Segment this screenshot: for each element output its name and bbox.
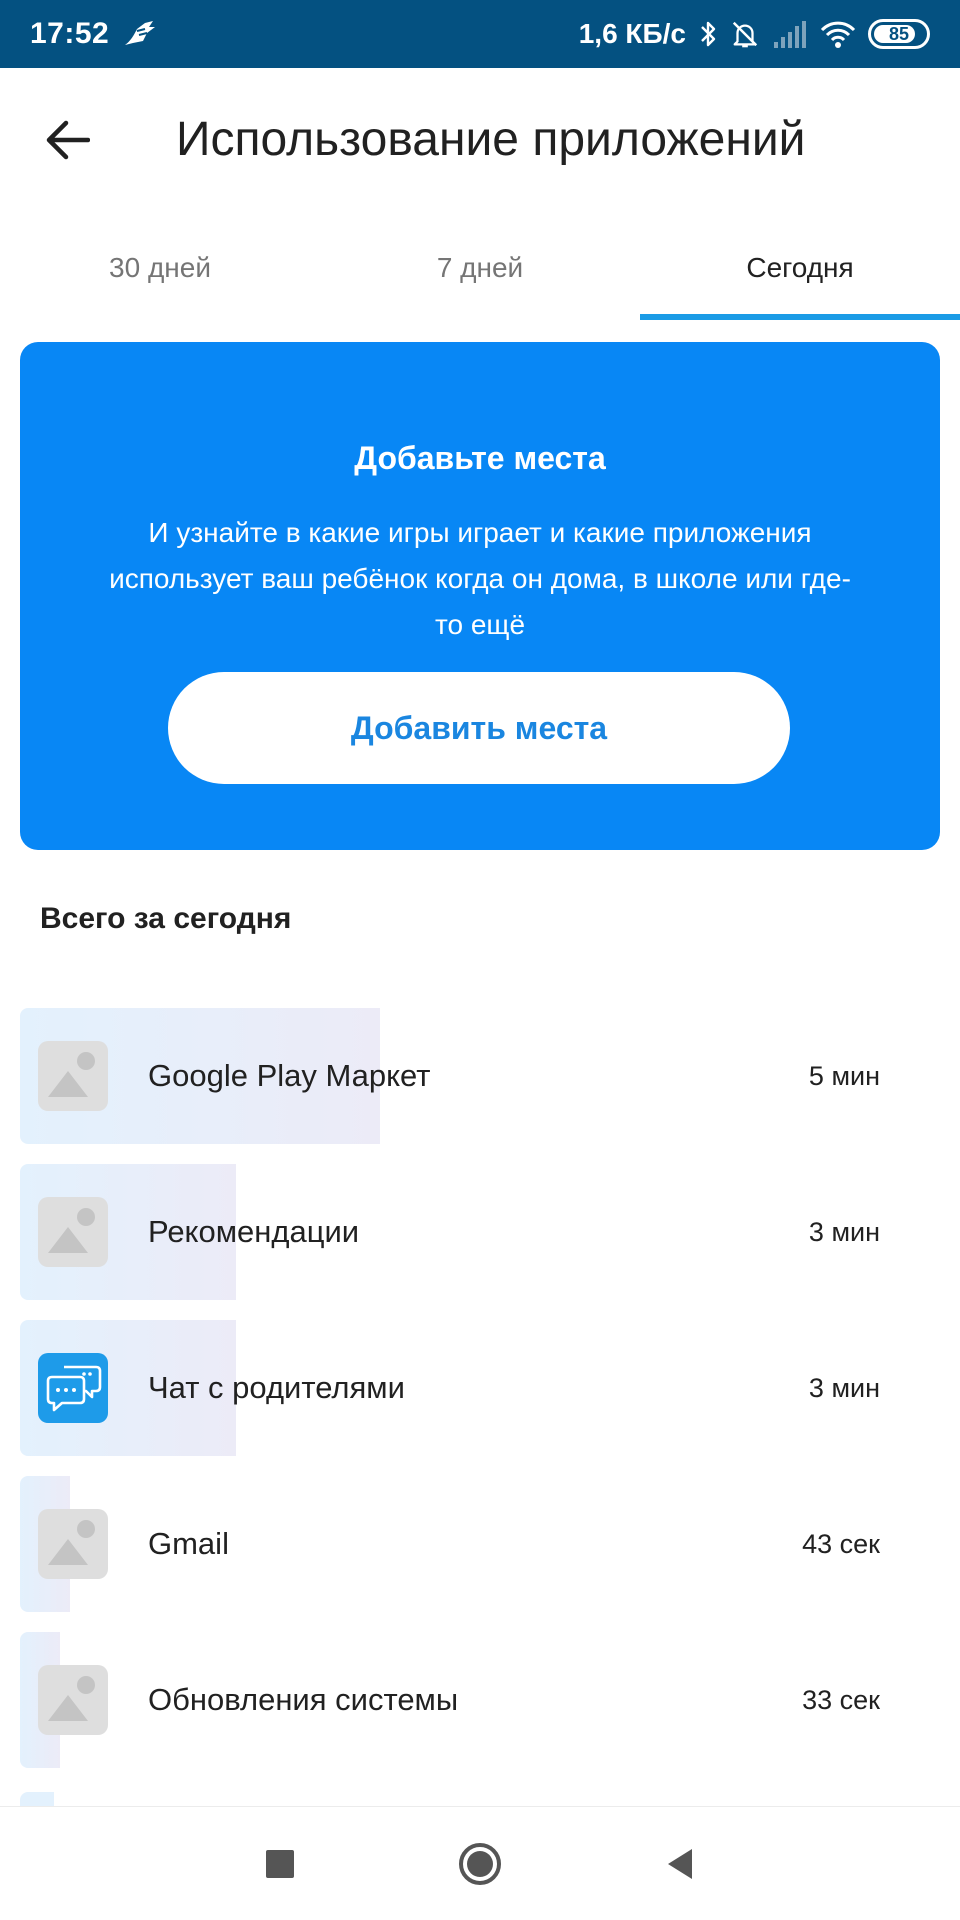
app-bar: Использование приложений [0, 68, 960, 208]
app-time: 5 мин [808, 1060, 880, 1091]
section-title: Всего за сегодня [40, 902, 292, 935]
page-title: Использование приложений [176, 113, 806, 166]
battery-icon: 85 [868, 19, 930, 49]
app-row-gmail[interactable]: Gmail 43 сек [20, 1476, 940, 1612]
status-right-group: 1,6 КБ/с 85 [579, 18, 930, 50]
banner-text: И узнайте в какие игры играет и какие пр… [109, 517, 851, 640]
app-name: Обновления системы [148, 1682, 459, 1717]
placeholder-image-icon [38, 1665, 108, 1735]
tab-30-days[interactable]: 30 дней [0, 222, 320, 314]
placeholder-image-icon [38, 1197, 108, 1267]
app-row-google-play[interactable]: Google Play Маркет 5 мин [20, 1008, 940, 1144]
home-circle-icon [459, 1842, 501, 1885]
partial-list-item [20, 1792, 54, 1806]
signal-icon [774, 21, 806, 48]
app-time: 43 сек [802, 1528, 880, 1559]
home-button[interactable] [440, 1824, 520, 1904]
app-row-recommendations[interactable]: Рекомендации 3 мин [20, 1164, 940, 1300]
nav-back-button[interactable] [640, 1824, 720, 1904]
app-name: Gmail [148, 1526, 229, 1561]
recents-square-icon [266, 1849, 294, 1878]
app-name: Google Play Маркет [148, 1058, 431, 1093]
chat-bubbles-icon [38, 1353, 108, 1423]
network-speed: 1,6 КБ/с [578, 18, 686, 49]
period-tabs: 30 дней 7 дней Сегодня [0, 222, 960, 322]
add-places-banner: Добавьте места И узнайте в какие игры иг… [20, 342, 940, 850]
tab-today[interactable]: Сегодня [640, 222, 960, 320]
tab-7-days[interactable]: 7 дней [320, 222, 640, 314]
wifi-icon [820, 21, 856, 48]
app-row-system-updates[interactable]: Обновления системы 33 сек [20, 1632, 940, 1768]
bird-notification-icon [125, 21, 156, 45]
app-row-parent-chat[interactable]: Чат с родителями 3 мин [20, 1320, 940, 1456]
app-time: 3 мин [808, 1216, 880, 1247]
recents-button[interactable] [240, 1824, 320, 1904]
status-bar: 17:52 1,6 КБ/с 85 [0, 0, 960, 68]
app-usage-list: Google Play Маркет 5 мин Рекомендации 3 … [20, 1008, 940, 1788]
status-time: 17:52 [30, 17, 110, 50]
arrow-left-icon [46, 120, 90, 160]
back-button[interactable] [36, 108, 100, 172]
banner-title: Добавьте места [354, 440, 606, 476]
system-nav-bar [0, 1806, 960, 1920]
app-time: 33 сек [802, 1684, 880, 1715]
alarm-off-icon [732, 21, 758, 48]
battery-level: 85 [888, 23, 910, 44]
app-time: 3 мин [808, 1372, 880, 1403]
app-name: Чат с родителями [148, 1370, 405, 1405]
placeholder-image-icon [38, 1041, 108, 1111]
bluetooth-icon [701, 21, 716, 47]
app-name: Рекомендации [148, 1214, 360, 1249]
add-places-button[interactable]: Добавить места [168, 672, 790, 784]
placeholder-image-icon [38, 1509, 108, 1579]
back-triangle-icon [668, 1848, 692, 1879]
